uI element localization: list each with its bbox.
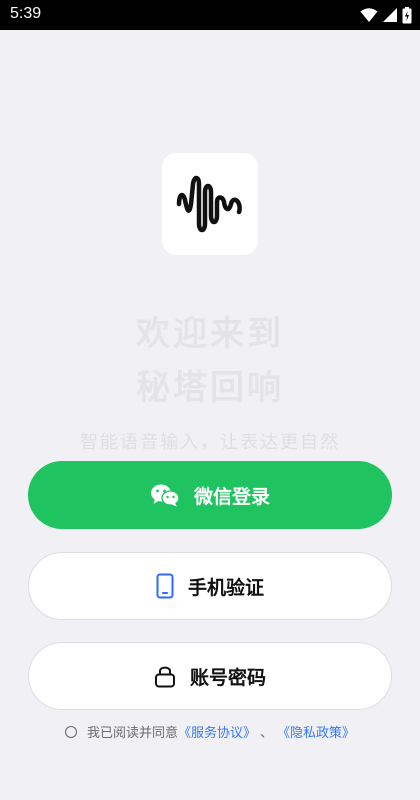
agreement-row: 我已阅读并同意 《服务协议》 、 《隐私政策》 xyxy=(0,722,420,741)
status-time: 5:39 xyxy=(10,5,42,22)
phone-verify-label: 手机验证 xyxy=(187,576,264,599)
app-logo-icon xyxy=(176,175,242,233)
wechat-login-label: 微信登录 xyxy=(193,485,270,508)
password-login-label: 账号密码 xyxy=(189,666,266,689)
wechat-login-button[interactable]: 微信登录 xyxy=(28,461,392,529)
tagline: 智能语音输入，让表达更自然 xyxy=(80,432,340,453)
phone-icon xyxy=(156,573,174,599)
wifi-icon xyxy=(360,8,378,22)
service-agreement-link[interactable]: 《服务协议》 xyxy=(178,722,256,741)
wechat-icon xyxy=(150,483,180,507)
password-login-button[interactable]: 账号密码 xyxy=(28,642,392,710)
lock-icon xyxy=(154,664,176,688)
battery-icon xyxy=(402,6,412,23)
welcome-line-2: 秘塔回响 xyxy=(136,368,284,408)
app-logo xyxy=(162,153,258,255)
status-bar: 5:39 xyxy=(0,0,420,30)
status-icons xyxy=(360,6,412,24)
signal-icon xyxy=(383,8,397,22)
phone-verify-button[interactable]: 手机验证 xyxy=(28,552,392,620)
privacy-policy-link[interactable]: 《隐私政策》 xyxy=(277,722,355,741)
agreement-prefix: 我已阅读并同意 xyxy=(86,726,178,741)
welcome-line-1: 欢迎来到 xyxy=(136,314,284,354)
agreement-separator: 、 xyxy=(260,726,274,741)
agreement-radio[interactable] xyxy=(64,725,77,738)
